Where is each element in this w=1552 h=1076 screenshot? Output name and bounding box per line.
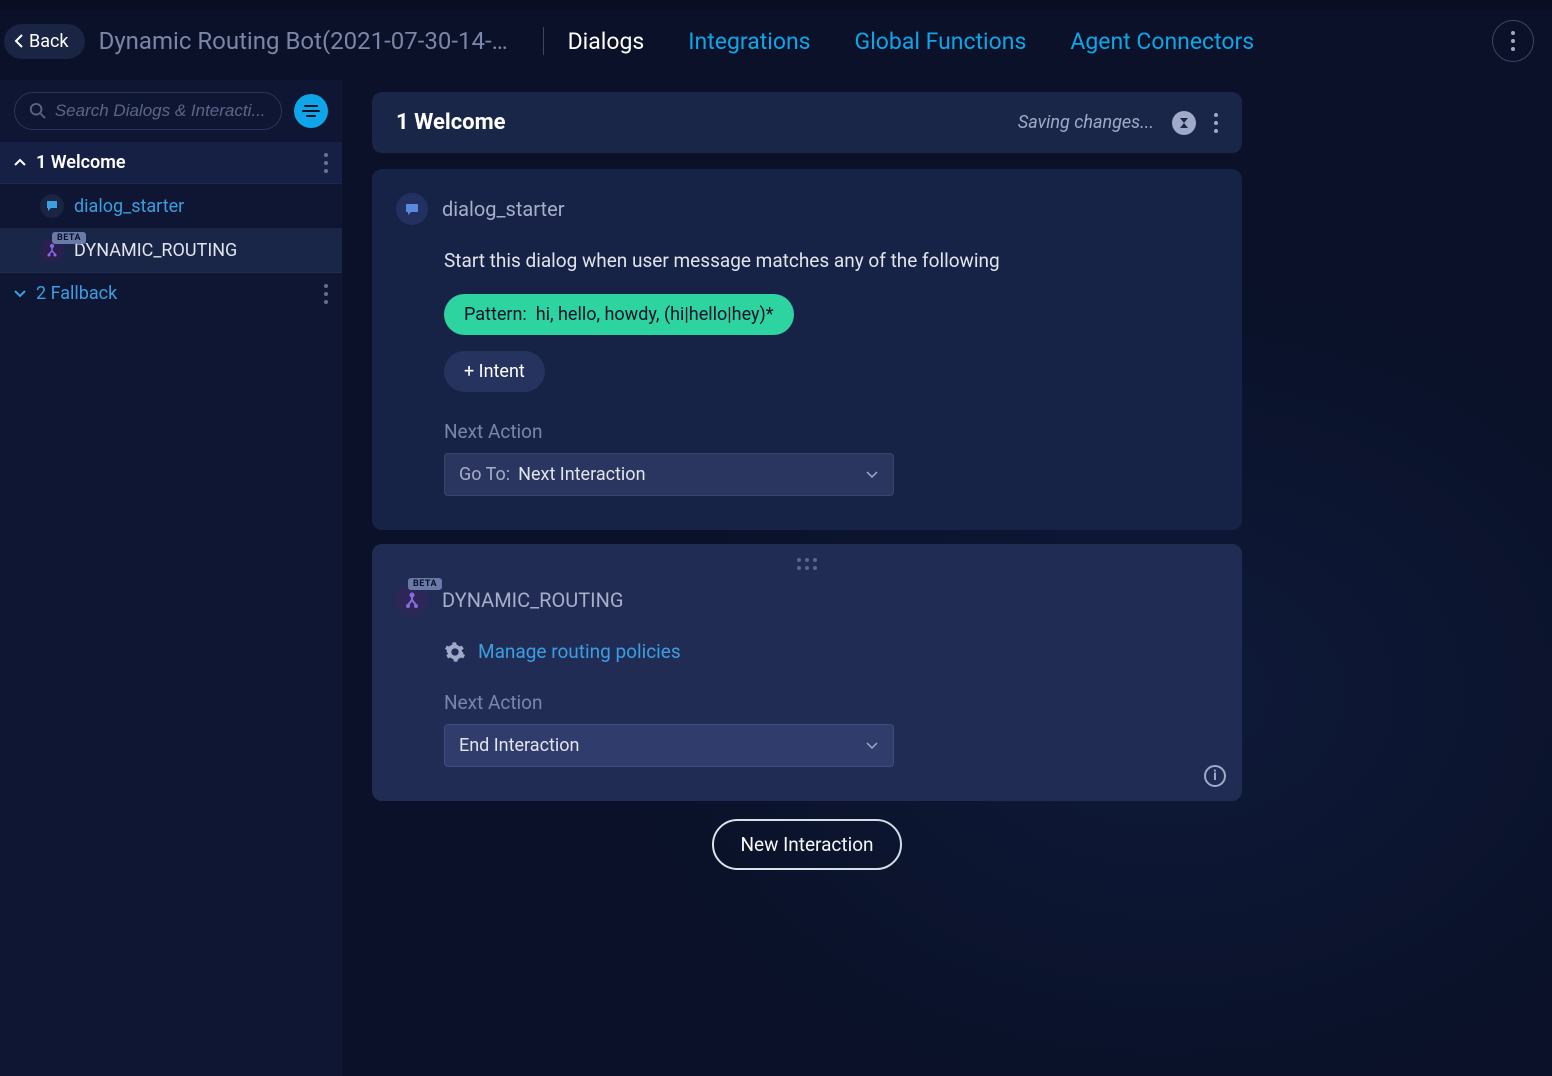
- menu-lines-icon: [302, 105, 320, 117]
- beta-badge: BETA: [52, 232, 86, 244]
- sidebar-leaf-label: dialog_starter: [74, 196, 184, 217]
- sidebar-leaf-label: DYNAMIC_ROUTING: [74, 240, 237, 261]
- save-status: Saving changes...: [1018, 112, 1154, 133]
- header-more-button[interactable]: [1492, 20, 1534, 62]
- dropdown-prefix: Go To:: [459, 464, 510, 485]
- back-label: Back: [29, 31, 69, 52]
- dropdown-value: End Interaction: [459, 735, 580, 756]
- tab-global-functions[interactable]: Global Functions: [855, 28, 1027, 55]
- sidebar-item-fallback[interactable]: 2 Fallback: [0, 273, 342, 314]
- next-action-dropdown[interactable]: Go To: Next Interaction: [444, 453, 894, 496]
- chat-icon: [40, 194, 64, 218]
- chevron-down-icon: [865, 464, 879, 485]
- drag-handle-icon[interactable]: [797, 558, 817, 570]
- next-action-label: Next Action: [444, 420, 1198, 443]
- manage-link-label: Manage routing policies: [478, 640, 681, 663]
- card-dialog-starter: dialog_starter Start this dialog when us…: [372, 169, 1242, 530]
- chevron-up-icon: [14, 158, 26, 168]
- panel-title: 1 Welcome: [396, 110, 506, 135]
- routing-icon: BETA: [40, 238, 64, 262]
- more-vertical-icon: [1511, 31, 1515, 51]
- pattern-prefix: Pattern:: [464, 304, 527, 325]
- main: 1 Welcome dialog_starter BETA DYNAMIC_RO…: [0, 80, 1552, 1076]
- top-spacer: [0, 0, 1552, 10]
- hourglass-icon: [1178, 117, 1190, 129]
- close-panel-button[interactable]: [1172, 111, 1196, 135]
- node-more-button[interactable]: [324, 153, 328, 173]
- pattern-value: hi, hello, howdy, (hi|hello|hey)*: [536, 304, 774, 325]
- chevron-left-icon: [14, 34, 24, 48]
- panel-more-button[interactable]: [1214, 113, 1218, 133]
- bot-name[interactable]: Dynamic Routing Bot(2021-07-30-14-3...: [99, 27, 519, 55]
- dropdown-value: Next Interaction: [518, 464, 645, 485]
- manage-routing-link[interactable]: Manage routing policies: [444, 640, 1198, 663]
- card-title-row: dialog_starter: [396, 193, 1198, 225]
- back-button[interactable]: Back: [4, 24, 85, 59]
- node-more-button[interactable]: [324, 284, 328, 304]
- sidebar-item-label: 2 Fallback: [36, 283, 117, 304]
- card-title: dialog_starter: [442, 197, 564, 221]
- tab-agent-connectors[interactable]: Agent Connectors: [1070, 28, 1254, 55]
- card-title: DYNAMIC_ROUTING: [442, 588, 623, 612]
- card-dynamic-routing: BETA DYNAMIC_ROUTING Manage routing poli…: [372, 544, 1242, 801]
- sidebar-item-welcome[interactable]: 1 Welcome: [0, 142, 342, 184]
- sidebar: 1 Welcome dialog_starter BETA DYNAMIC_RO…: [0, 80, 342, 1076]
- beta-badge: BETA: [408, 578, 442, 590]
- sidebar-leaf-dialog-starter[interactable]: dialog_starter: [0, 184, 342, 228]
- search-icon: [29, 101, 47, 121]
- starter-description: Start this dialog when user message matc…: [444, 249, 1198, 272]
- divider: [543, 27, 544, 55]
- sidebar-toggle-button[interactable]: [294, 94, 328, 128]
- panel-header: 1 Welcome Saving changes...: [372, 92, 1242, 153]
- nav-tabs: Dialogs Integrations Global Functions Ag…: [568, 28, 1255, 55]
- info-button[interactable]: i: [1204, 765, 1226, 787]
- search-input[interactable]: [55, 101, 267, 121]
- tab-integrations[interactable]: Integrations: [688, 28, 810, 55]
- gear-icon: [444, 641, 466, 663]
- pattern-pill[interactable]: Pattern: hi, hello, howdy, (hi|hello|hey…: [444, 294, 794, 335]
- content: 1 Welcome Saving changes... dialog_start…: [342, 80, 1552, 1076]
- chevron-down-icon: [14, 289, 26, 299]
- card-body: Start this dialog when user message matc…: [396, 249, 1198, 496]
- routing-icon: BETA: [396, 584, 428, 616]
- header: Back Dynamic Routing Bot(2021-07-30-14-3…: [0, 10, 1552, 80]
- new-interaction-button[interactable]: New Interaction: [712, 819, 901, 870]
- next-action-dropdown[interactable]: End Interaction: [444, 724, 894, 767]
- card-title-row: BETA DYNAMIC_ROUTING: [396, 584, 1198, 616]
- card-body: Manage routing policies Next Action End …: [396, 640, 1198, 767]
- sidebar-leaf-dynamic-routing[interactable]: BETA DYNAMIC_ROUTING: [0, 228, 342, 273]
- sidebar-item-label: 1 Welcome: [36, 152, 126, 173]
- new-interaction-row: New Interaction: [372, 819, 1242, 870]
- search-box[interactable]: [14, 92, 282, 130]
- chat-icon: [396, 193, 428, 225]
- search-row: [0, 92, 342, 142]
- next-action-label: Next Action: [444, 691, 1198, 714]
- tab-dialogs[interactable]: Dialogs: [568, 28, 645, 55]
- add-intent-button[interactable]: + Intent: [444, 351, 545, 392]
- chevron-down-icon: [865, 735, 879, 756]
